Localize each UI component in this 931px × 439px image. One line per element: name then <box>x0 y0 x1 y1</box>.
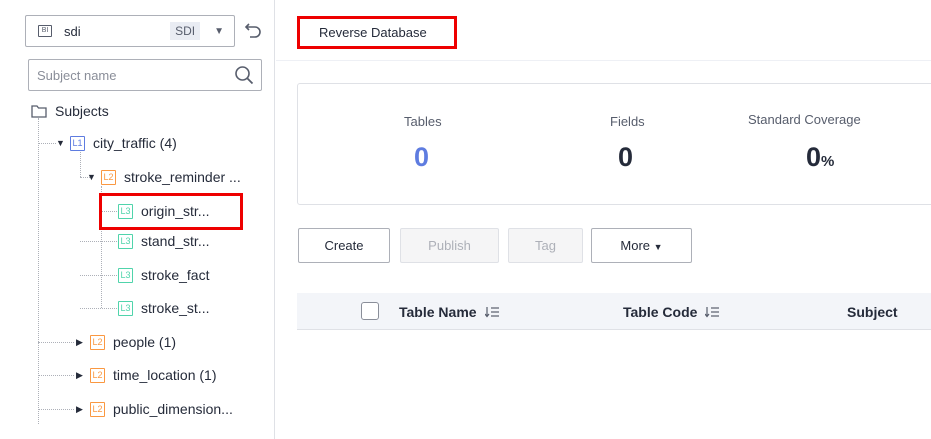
more-dropdown-button[interactable]: More ▼ <box>591 228 692 263</box>
search-icon[interactable] <box>233 64 255 86</box>
create-button[interactable]: Create <box>298 228 390 263</box>
tree-guide-line <box>80 275 117 276</box>
column-label: Subject <box>847 303 898 320</box>
tree-item-label: origin_str... <box>141 203 210 219</box>
standard-coverage-value: 0% <box>806 142 834 173</box>
tree-item-label: stroke_reminder ... <box>124 169 241 185</box>
tree-item-stroke-reminder[interactable]: ▼ L2 stroke_reminder ... <box>87 164 241 190</box>
tree-item-label: stroke_st... <box>141 300 210 316</box>
tree-item-stroke-st[interactable]: L3 stroke_st... <box>118 295 209 321</box>
collapsed-caret-icon[interactable]: ▶ <box>76 404 86 415</box>
tag-button[interactable]: Tag <box>508 228 583 263</box>
collapsed-caret-icon[interactable]: ▶ <box>76 370 86 381</box>
column-label: Table Name <box>399 303 477 320</box>
caret-down-icon: ▼ <box>214 25 224 37</box>
tree-item-label: stroke_fact <box>141 267 210 283</box>
refresh-icon[interactable] <box>243 20 263 40</box>
workspace-code-badge: SDI <box>170 22 201 40</box>
coverage-unit: % <box>821 153 835 170</box>
tables-label: Tables <box>404 114 442 129</box>
level-l2-icon: L2 <box>90 367 105 383</box>
column-header-table-code[interactable]: Table Code <box>623 293 720 330</box>
tree-item-origin-str[interactable]: L3 origin_str... <box>118 198 209 224</box>
tree-item-label: time_location (1) <box>113 367 217 383</box>
tree-item-people[interactable]: ▶ L2 people (1) <box>76 329 176 355</box>
tree-guide-line <box>38 143 56 144</box>
caret-down-icon: ▼ <box>653 242 663 252</box>
tree-guide-line <box>38 409 74 410</box>
level-l3-icon: L3 <box>118 203 133 219</box>
subject-search-field[interactable] <box>28 59 262 91</box>
statistics-card: Tables 0 Fields 0 Standard Coverage 0% <box>297 83 931 205</box>
level-l2-icon: L2 <box>90 334 105 350</box>
reverse-database-button[interactable]: Reverse Database <box>297 16 457 49</box>
tree-item-label: public_dimension... <box>113 401 233 417</box>
level-l3-icon: L3 <box>118 267 133 283</box>
tree-guide-line <box>38 118 39 424</box>
more-label: More <box>620 238 651 253</box>
tree-item-public-dimension[interactable]: ▶ L2 public_dimension... <box>76 396 233 422</box>
level-l2-icon: L2 <box>101 169 116 185</box>
sort-icon[interactable] <box>484 306 499 318</box>
divider <box>276 60 931 61</box>
tree-item-city-traffic[interactable]: ▼ L1 city_traffic (4) <box>56 130 177 156</box>
fields-count: 0 <box>618 142 634 172</box>
expanded-caret-icon[interactable]: ▼ <box>87 172 97 182</box>
tree-item-stroke-fact[interactable]: L3 stroke_fact <box>118 262 209 288</box>
select-all-checkbox[interactable] <box>361 302 379 320</box>
workspace-select[interactable]: BI sdi SDI ▼ <box>25 15 235 47</box>
level-l3-icon: L3 <box>118 300 133 316</box>
tree-item-stand-str[interactable]: L3 stand_str... <box>118 228 209 254</box>
tree-guide-line <box>101 186 102 308</box>
level-l2-icon: L2 <box>90 401 105 417</box>
level-l3-icon: L3 <box>118 233 133 249</box>
column-header-table-name[interactable]: Table Name <box>399 293 499 330</box>
workspace-icon: BI <box>38 25 52 37</box>
fields-label: Fields <box>610 114 645 129</box>
tree-item-label: stand_str... <box>141 233 210 249</box>
subject-tree-panel: BI sdi SDI ▼ Subjects ▼ L1 city_traffic … <box>0 0 275 439</box>
tree-root-label: Subjects <box>55 103 109 119</box>
subject-search-input[interactable] <box>29 60 233 90</box>
tree-guide-line <box>80 241 117 242</box>
tree-root-subjects[interactable]: Subjects <box>31 98 109 124</box>
tree-item-label: people (1) <box>113 334 177 350</box>
tree-guide-line <box>38 375 74 376</box>
expanded-caret-icon[interactable]: ▼ <box>56 138 66 148</box>
publish-button[interactable]: Publish <box>400 228 499 263</box>
standard-coverage-label: Standard Coverage <box>748 112 861 127</box>
column-header-subject[interactable]: Subject <box>847 293 898 330</box>
coverage-number: 0 <box>806 142 822 172</box>
level-l1-icon: L1 <box>70 135 85 151</box>
tree-guide-line <box>80 308 117 309</box>
tree-guide-line <box>101 211 117 212</box>
workspace-name: sdi <box>64 23 81 39</box>
tree-item-label: city_traffic (4) <box>93 135 177 151</box>
folder-icon <box>31 104 47 118</box>
tree-item-time-location[interactable]: ▶ L2 time_location (1) <box>76 362 217 388</box>
table-header: Table Name Table Code Subject <box>297 293 931 330</box>
sort-icon[interactable] <box>705 306 720 318</box>
column-label: Table Code <box>623 303 698 320</box>
tables-count[interactable]: 0 <box>414 142 429 173</box>
collapsed-caret-icon[interactable]: ▶ <box>76 337 86 348</box>
tree-guide-line <box>38 342 74 343</box>
